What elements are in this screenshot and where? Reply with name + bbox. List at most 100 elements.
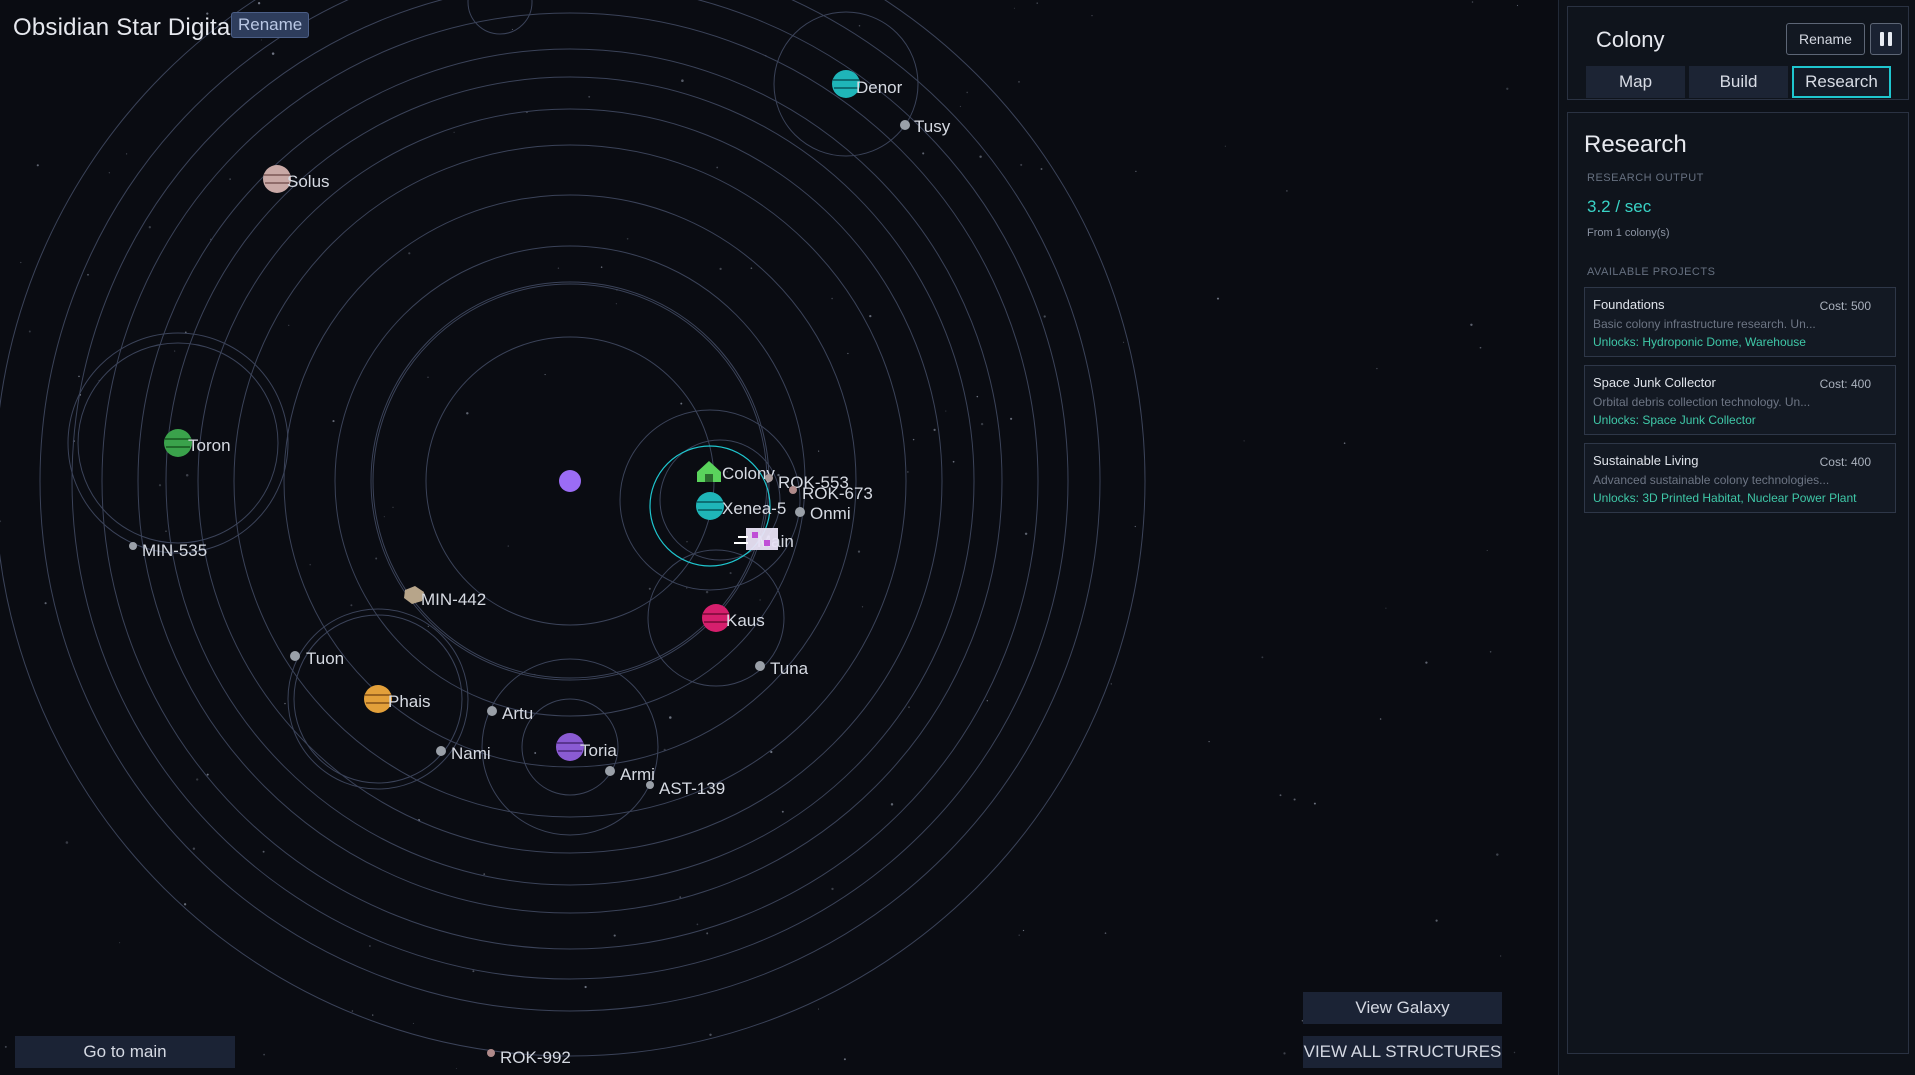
- background-star: [680, 402, 683, 405]
- colony-title: Colony: [1596, 27, 1665, 52]
- background-star: [148, 226, 151, 229]
- background-star: [890, 803, 894, 806]
- view-all-structures-button[interactable]: VIEW ALL STRUCTURES: [1303, 1036, 1502, 1068]
- background-star: [1036, 2, 1038, 4]
- background-star: [831, 887, 834, 891]
- background-star: [1010, 417, 1013, 420]
- background-star: [843, 1058, 846, 1061]
- background-star: [534, 752, 537, 754]
- background-star: [1470, 323, 1473, 327]
- background-star: [174, 350, 176, 352]
- available-projects-caption: AVAILABLE PROJECTS: [1587, 266, 1716, 278]
- asteroid-rok992[interactable]: ROK-992: [487, 1048, 571, 1067]
- moon-tuon[interactable]: Tuon: [290, 649, 344, 668]
- star-icon[interactable]: [559, 470, 581, 492]
- asteroid-ast139[interactable]: AST-139: [646, 779, 725, 798]
- colony-rename-button[interactable]: Rename: [1786, 23, 1865, 55]
- asteroid-rok673[interactable]: ROK-673: [789, 484, 873, 503]
- background-star: [20, 261, 22, 264]
- background-star: [1499, 955, 1502, 957]
- background-star: [1376, 367, 1378, 370]
- background-star: [87, 273, 89, 276]
- moon-tuna[interactable]: Tuna: [755, 659, 809, 678]
- background-star: [372, 1014, 374, 1016]
- asteroid-min442[interactable]: MIN-442: [404, 586, 486, 609]
- background-star: [44, 602, 47, 605]
- svg-text:Solus: Solus: [287, 172, 330, 191]
- planet-phais[interactable]: Phais: [364, 685, 431, 713]
- background-star: [192, 847, 196, 850]
- project-description: Orbital debris collection technology. Un…: [1593, 395, 1811, 409]
- background-star: [383, 516, 385, 518]
- background-star: [408, 252, 411, 255]
- background-star: [483, 873, 486, 875]
- background-star: [959, 105, 961, 107]
- moon-artu[interactable]: Artu: [487, 704, 533, 723]
- svg-text:MIN-535: MIN-535: [142, 541, 207, 560]
- background-star: [696, 923, 699, 926]
- svg-text:Artu: Artu: [502, 704, 533, 723]
- home-icon[interactable]: Colony: [697, 461, 775, 483]
- background-star: [818, 450, 820, 452]
- go-to-main-button[interactable]: Go to main: [15, 1036, 235, 1068]
- view-galaxy-button[interactable]: View Galaxy: [1303, 992, 1502, 1024]
- background-star: [986, 700, 988, 702]
- svg-text:MIN-442: MIN-442: [421, 590, 486, 609]
- project-card-foundations[interactable]: Foundations Cost: 500 Basic colony infra…: [1584, 287, 1896, 357]
- tab-build[interactable]: Build: [1689, 66, 1788, 98]
- background-star: [1018, 934, 1020, 936]
- ship-icon[interactable]: [734, 528, 778, 550]
- background-star: [1279, 794, 1282, 797]
- background-star: [1379, 718, 1382, 720]
- planet-solus[interactable]: Solus: [263, 165, 330, 193]
- system-map[interactable]: Denor Tusy Solus Toron MIN-535 MIN-442 T…: [0, 0, 1558, 1075]
- background-star: [1489, 651, 1492, 653]
- project-name: Space Junk Collector: [1593, 375, 1716, 390]
- background-star: [1134, 525, 1136, 528]
- background-star: [686, 587, 688, 589]
- background-star: [1471, 1, 1474, 3]
- background-star: [907, 471, 909, 473]
- background-star: [158, 484, 162, 487]
- background-star: [1486, 549, 1488, 552]
- background-star: [831, 297, 833, 300]
- background-star: [980, 422, 984, 426]
- planet-xenea-5[interactable]: Xenea-5: [696, 492, 786, 520]
- tab-map[interactable]: Map: [1586, 66, 1685, 98]
- svg-text:Xenea-5: Xenea-5: [722, 499, 786, 518]
- moon-tusy[interactable]: Tusy: [900, 117, 951, 136]
- background-star: [1123, 341, 1125, 343]
- planet-denor[interactable]: Denor: [832, 70, 903, 98]
- side-panel: Colony Rename Map Build Research Researc…: [1558, 0, 1915, 1075]
- background-star: [1013, 7, 1015, 9]
- background-star: [857, 550, 861, 553]
- background-star: [1425, 661, 1428, 664]
- planet-kaus[interactable]: Kaus: [702, 604, 765, 632]
- background-star: [369, 945, 371, 947]
- project-card-sustainable-living[interactable]: Sustainable Living Cost: 400 Advanced su…: [1584, 443, 1896, 513]
- background-star: [4, 1045, 7, 1048]
- system-rename-button[interactable]: Rename: [231, 12, 310, 38]
- background-star: [1020, 163, 1023, 166]
- background-star: [861, 606, 864, 608]
- tab-research[interactable]: Research: [1792, 66, 1891, 98]
- planet-toron[interactable]: Toron: [164, 429, 231, 457]
- asteroid-min535[interactable]: MIN-535: [129, 541, 207, 560]
- background-star: [119, 942, 121, 944]
- pause-button[interactable]: [1870, 23, 1902, 55]
- background-star: [1479, 346, 1482, 349]
- moon-armi[interactable]: Armi: [605, 765, 655, 784]
- background-star: [262, 850, 265, 853]
- background-star: [108, 172, 110, 174]
- background-star: [544, 374, 546, 376]
- map-canvas[interactable]: Denor Tusy Solus Toron MIN-535 MIN-442 T…: [0, 0, 1558, 1075]
- colony-header: Colony Rename Map Build Research: [1567, 6, 1909, 100]
- background-star: [427, 625, 429, 628]
- background-star: [28, 330, 31, 333]
- background-star: [36, 164, 39, 167]
- planet-toria[interactable]: Toria: [556, 733, 617, 761]
- background-star: [716, 166, 719, 169]
- project-card-space-junk-collector[interactable]: Space Junk Collector Cost: 400 Orbital d…: [1584, 365, 1896, 435]
- background-star: [257, 2, 261, 5]
- background-star: [332, 420, 335, 423]
